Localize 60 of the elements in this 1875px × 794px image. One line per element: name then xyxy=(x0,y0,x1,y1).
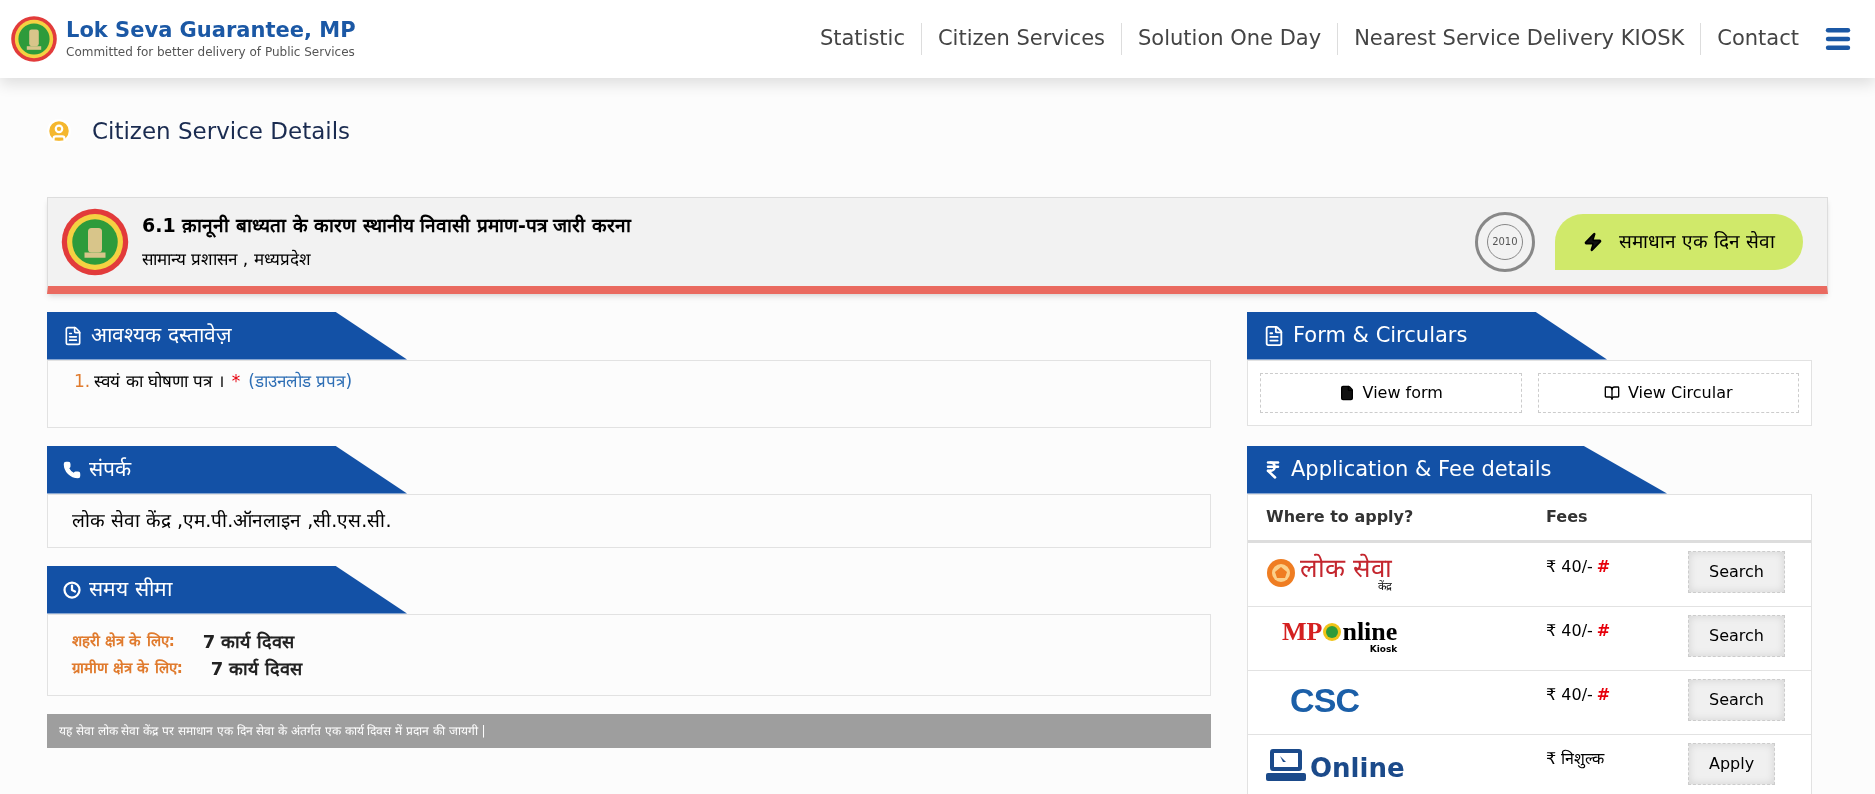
fee-note-mark: # xyxy=(1596,555,1611,578)
nav-link[interactable]: Solution One Day xyxy=(1121,23,1338,55)
laptop-icon xyxy=(1266,746,1306,781)
apply-button[interactable]: Apply xyxy=(1688,742,1776,785)
section-title: आवश्यक दस्तावेज़ xyxy=(91,321,232,349)
section-title: Application & Fee details xyxy=(1291,455,1552,483)
duration-value: 7 कार्य दिवस xyxy=(210,656,302,681)
document-name: स्वयं का घोषणा पत्र । xyxy=(94,369,224,393)
required-mark: * xyxy=(230,369,242,393)
search-button[interactable]: Search xyxy=(1688,550,1785,593)
clock-icon xyxy=(63,580,81,599)
search-button[interactable]: Search xyxy=(1688,614,1785,657)
logo-text: nline xyxy=(1342,618,1398,645)
logo-text: CSC xyxy=(1289,682,1360,717)
one-day-service-button[interactable]: समाधान एक दिन सेवा xyxy=(1554,213,1803,270)
emblem-icon xyxy=(60,206,130,277)
nav-link[interactable]: Statistic xyxy=(803,23,921,55)
list-number: 1. xyxy=(74,369,91,393)
contact-text: लोक सेवा केंद्र ,एम.पी.ऑनलाइन ,सी.एस.सी. xyxy=(72,508,392,534)
logo-text: Online xyxy=(1310,754,1405,781)
site-title[interactable]: Lok Seva Guarantee, MP xyxy=(66,16,356,44)
duration-value: 7 कार्य दिवस xyxy=(202,629,294,654)
search-button[interactable]: Search xyxy=(1688,678,1785,721)
nav-link[interactable]: Nearest Service Delivery KIOSK xyxy=(1337,23,1701,55)
department: सामान्य प्रशासन , मध्यप्रदेश xyxy=(142,248,312,271)
area-label: ग्रामीण क्षेत्र के लिए: xyxy=(72,657,183,679)
download-link[interactable]: (डाउनलोड प्रपत्र) xyxy=(248,368,353,394)
fee-amount: ₹ निशुल्क xyxy=(1546,747,1605,771)
logo-subtext: Kiosk xyxy=(1369,644,1398,654)
column-header: Fees xyxy=(1546,506,1588,528)
logo-subtext: केंद्र xyxy=(1378,580,1393,592)
logo-text: MP xyxy=(1282,618,1323,645)
fee-amount: ₹ 40/- xyxy=(1546,619,1593,642)
fee-amount: ₹ 40/- xyxy=(1546,555,1593,578)
column-header: Where to apply? xyxy=(1266,506,1415,528)
fee-note-mark: # xyxy=(1596,683,1611,706)
notice-text: यह सेवा लोक सेवा केंद्र पर समाधान एक दिन सेवा के अंतर्गत एक कार्य दिवस में प्रदान की जायगी | xyxy=(59,722,486,740)
service-title: 6.1 क़ानूनी बाध्यता के कारण स्थानीय निवासी प्रमाण-पत्र जारी करना xyxy=(142,212,632,239)
view-button[interactable]: View Circular xyxy=(1537,372,1799,413)
fee-amount: ₹ 40/- xyxy=(1546,683,1593,706)
book-icon xyxy=(1603,384,1620,401)
section-title: संपर्क xyxy=(89,455,131,483)
phone-icon xyxy=(63,460,81,479)
section-title: Form & Circulars xyxy=(1293,321,1468,349)
lightning-icon xyxy=(1582,231,1603,252)
emblem-icon xyxy=(1266,558,1296,588)
nav-link[interactable]: Citizen Services xyxy=(920,23,1121,55)
section-title: समय सीमा xyxy=(89,575,172,603)
logo-text: लोक सेवा xyxy=(1300,554,1393,581)
document-icon xyxy=(63,325,83,346)
view-button[interactable]: View form xyxy=(1260,372,1522,413)
fee-note-mark: # xyxy=(1596,619,1611,642)
document-icon xyxy=(1263,324,1285,347)
site-tagline: Committed for better delivery of Public Services xyxy=(66,44,356,62)
emblem-icon xyxy=(1322,621,1343,642)
area-label: शहरी क्षेत्र के लिए: xyxy=(72,630,175,652)
emblem-icon xyxy=(10,15,58,63)
nav-link[interactable]: Contact xyxy=(1700,23,1815,55)
document-icon xyxy=(1338,384,1355,401)
page-title: Citizen Service Details xyxy=(92,117,351,146)
